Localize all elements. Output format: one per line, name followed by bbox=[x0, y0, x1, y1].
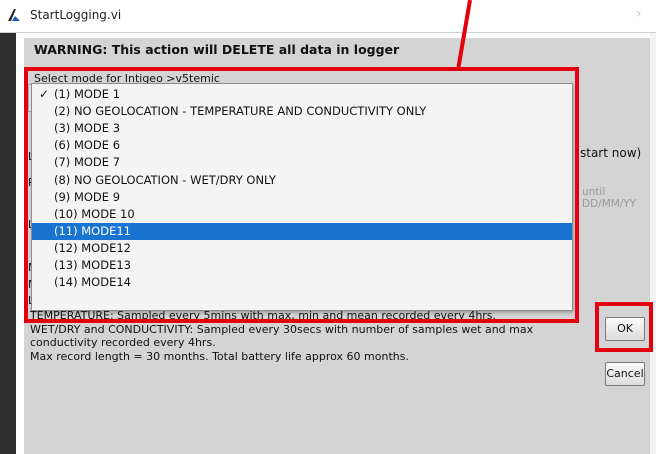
title-bar: StartLogging.vi › bbox=[0, 0, 656, 33]
start-now-label: start now) bbox=[580, 146, 642, 160]
date-format-hint: DD/MM/YY bbox=[582, 198, 637, 210]
labview-app-icon bbox=[8, 9, 20, 21]
chevron-right-icon[interactable]: › bbox=[636, 6, 642, 22]
until-hint-word: until bbox=[582, 186, 606, 198]
description-line: conductivity recorded every 4hrs. bbox=[30, 336, 216, 349]
highlight-box-dropdown bbox=[24, 67, 579, 323]
cancel-button[interactable]: Cancel bbox=[605, 362, 645, 386]
highlight-box-ok bbox=[595, 302, 653, 352]
warning-text: WARNING: This action will DELETE all dat… bbox=[34, 42, 400, 57]
until-date-hint: until DD/MM/YY bbox=[582, 186, 636, 210]
description-line: WET/DRY and CONDUCTIVITY: Sampled every … bbox=[30, 322, 534, 336]
window-edge bbox=[650, 33, 656, 454]
description-line: Max record length = 30 months. Total bat… bbox=[30, 349, 409, 363]
window-title: StartLogging.vi bbox=[30, 8, 122, 22]
dialog-window: StartLogging.vi › WARNING: This action w… bbox=[0, 0, 656, 454]
background-window-strip bbox=[0, 33, 16, 454]
